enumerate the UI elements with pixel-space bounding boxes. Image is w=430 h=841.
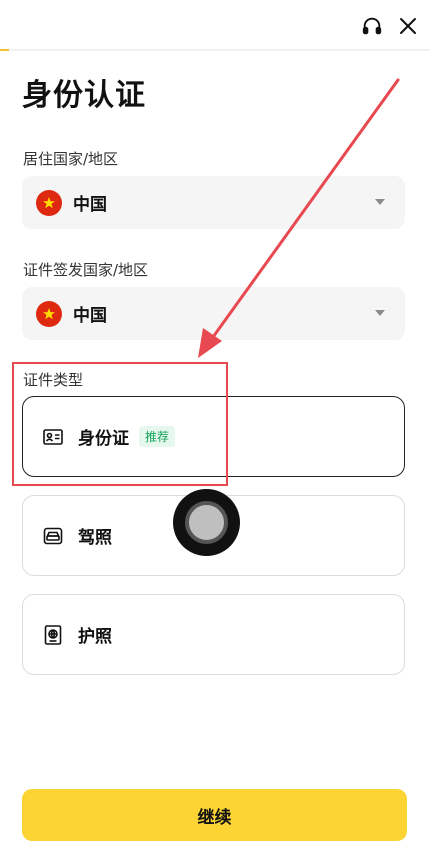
issuer-value: 中国	[73, 306, 107, 326]
option-id-card[interactable]: 身份证 推荐	[22, 396, 405, 477]
passport-icon	[43, 624, 63, 645]
option-driver-license[interactable]: 驾照	[22, 495, 405, 576]
chevron-down-icon	[375, 199, 385, 205]
id-card-icon	[43, 427, 63, 447]
document-type-label: 证件类型	[23, 371, 84, 389]
china-flag-icon	[36, 189, 62, 216]
headset-icon[interactable]	[360, 14, 384, 38]
continue-button[interactable]: 继续	[22, 789, 407, 841]
progress-fill	[0, 49, 9, 51]
residence-select[interactable]: 中国	[22, 176, 405, 229]
issuer-label: 证件签发国家/地区	[23, 261, 149, 279]
option-passport[interactable]: 护照	[22, 594, 405, 675]
page-title: 身份认证	[22, 78, 146, 113]
top-bar	[0, 0, 430, 51]
option-label: 身份证	[78, 429, 129, 449]
car-icon	[43, 526, 63, 546]
residence-value: 中国	[73, 195, 107, 215]
china-flag-icon	[36, 300, 62, 327]
progress-bar	[0, 49, 430, 51]
chevron-down-icon	[375, 310, 385, 316]
issuer-select[interactable]: 中国	[22, 287, 405, 340]
close-icon[interactable]	[396, 14, 420, 38]
recommended-badge: 推荐	[139, 426, 176, 447]
option-label: 驾照	[78, 528, 112, 548]
option-label: 护照	[78, 627, 112, 647]
residence-label: 居住国家/地区	[23, 150, 119, 168]
